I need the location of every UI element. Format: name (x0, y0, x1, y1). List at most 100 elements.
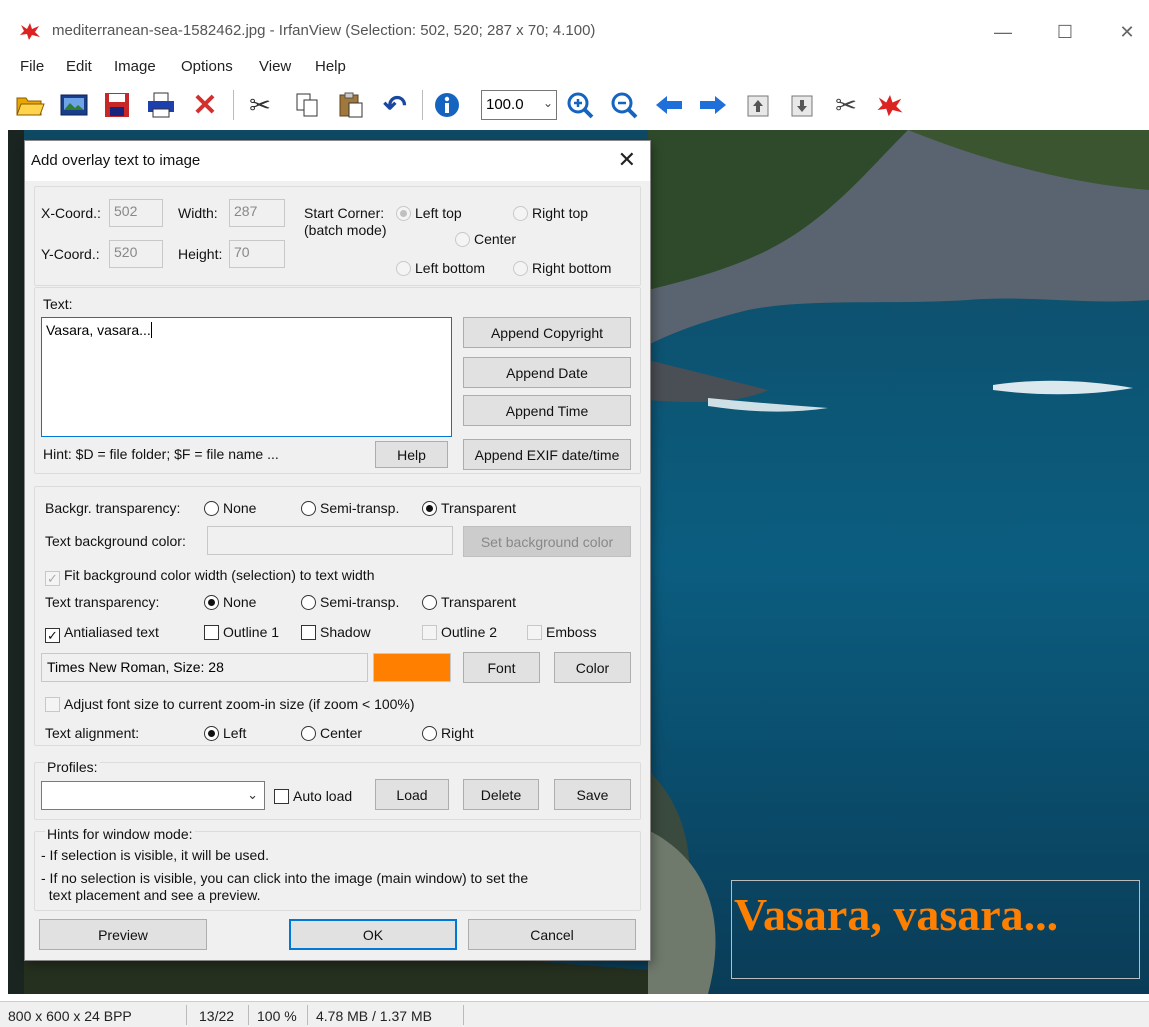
dialog-close-button[interactable]: ✕ (618, 147, 636, 173)
checkbox-box (204, 625, 219, 640)
maximize-button[interactable]: ☐ (1042, 14, 1088, 50)
append-copyright-button[interactable]: Append Copyright (463, 317, 631, 348)
cancel-button[interactable]: Cancel (468, 919, 636, 950)
font-description: Times New Roman, Size: 28 (41, 653, 368, 682)
align-left-radio[interactable]: Left (204, 725, 246, 741)
radio-indicator (422, 595, 437, 610)
start-left-bottom-label: Left bottom (415, 260, 486, 276)
menu-edit[interactable]: Edit (66, 58, 92, 75)
fit-bg-checkbox[interactable]: ✓ Fit background color width (selection) … (45, 567, 374, 586)
delete-icon[interactable]: ✕ (188, 88, 222, 122)
text-transparent-label: Transparent (441, 594, 516, 610)
radio-indicator (204, 501, 219, 516)
adjust-font-checkbox[interactable]: Adjust font size to current zoom-in size… (45, 696, 415, 712)
next-icon[interactable] (696, 88, 730, 122)
checkbox-box (274, 789, 289, 804)
text-color-swatch[interactable] (373, 653, 451, 682)
color-button[interactable]: Color (554, 652, 631, 683)
append-exif-button[interactable]: Append EXIF date/time (463, 439, 631, 470)
open-folder-icon[interactable] (13, 88, 47, 122)
text-transparent-radio[interactable]: Transparent (422, 594, 516, 610)
zoom-out-icon[interactable] (607, 88, 641, 122)
load-profile-button[interactable]: Load (375, 779, 449, 810)
save-icon[interactable] (100, 88, 134, 122)
close-window-button[interactable]: ✕ (1104, 14, 1149, 50)
status-size: 4.78 MB / 1.37 MB (316, 1008, 432, 1024)
start-left-top-radio[interactable]: Left top (396, 205, 462, 221)
start-left-top-label: Left top (415, 205, 462, 221)
first-page-icon[interactable] (741, 88, 775, 122)
overlay-text-input[interactable]: Vasara, vasara... (41, 317, 452, 437)
set-background-color-button[interactable]: Set background color (463, 526, 631, 557)
window-title: mediterranean-sea-1582462.jpg - IrfanVie… (52, 22, 596, 39)
x-coord-field[interactable]: 502 (109, 199, 163, 227)
auto-load-checkbox[interactable]: Auto load (274, 788, 352, 804)
profiles-dropdown[interactable]: ⌄ (41, 781, 265, 810)
zoom-combobox[interactable]: 100.0 ⌄ (481, 90, 557, 120)
emboss-checkbox[interactable]: Emboss (527, 624, 597, 640)
align-center-radio[interactable]: Center (301, 725, 362, 741)
bg-transparency-label: Backgr. transparency: (45, 500, 181, 516)
y-coord-label: Y-Coord.: (41, 246, 100, 262)
irfanview-logo-icon[interactable] (873, 88, 907, 122)
menu-options[interactable]: Options (181, 58, 233, 75)
text-none-radio[interactable]: None (204, 594, 256, 610)
status-bar: 800 x 600 x 24 BPP 13/22 100 % 4.78 MB /… (0, 1001, 1149, 1027)
hints-line-3: text placement and see a preview. (41, 887, 261, 903)
width-label: Width: (178, 205, 218, 221)
bg-semi-radio[interactable]: Semi-transp. (301, 500, 399, 516)
menu-view[interactable]: View (259, 58, 291, 75)
status-separator (307, 1005, 308, 1025)
start-right-top-radio[interactable]: Right top (513, 205, 588, 221)
save-profile-button[interactable]: Save (554, 779, 631, 810)
previous-icon[interactable] (652, 88, 686, 122)
print-icon[interactable] (144, 88, 178, 122)
radio-indicator (301, 501, 316, 516)
radio-indicator (204, 726, 219, 741)
append-date-button[interactable]: Append Date (463, 357, 631, 388)
preview-button[interactable]: Preview (39, 919, 207, 950)
width-field[interactable]: 287 (229, 199, 285, 227)
minimize-button[interactable]: — (980, 14, 1026, 50)
menu-file[interactable]: File (20, 58, 44, 75)
start-center-radio[interactable]: Center (455, 231, 516, 247)
zoom-value: 100.0 (486, 96, 524, 113)
menu-image[interactable]: Image (114, 58, 156, 75)
help-button[interactable]: Help (375, 441, 448, 468)
copy-icon[interactable] (290, 88, 324, 122)
hints-line-2: - If no selection is visible, you can cl… (41, 870, 529, 886)
append-time-button[interactable]: Append Time (463, 395, 631, 426)
bg-transparent-radio[interactable]: Transparent (422, 500, 516, 516)
settings-icon[interactable]: ✂ (829, 88, 863, 122)
bg-none-radio[interactable]: None (204, 500, 256, 516)
height-field[interactable]: 70 (229, 240, 285, 268)
menu-help[interactable]: Help (315, 58, 346, 75)
last-page-icon[interactable] (785, 88, 819, 122)
info-icon[interactable] (430, 88, 464, 122)
ok-button[interactable]: OK (289, 919, 457, 950)
y-coord-field[interactable]: 520 (109, 240, 163, 268)
zoom-in-icon[interactable] (563, 88, 597, 122)
start-right-bottom-label: Right bottom (532, 260, 612, 276)
undo-icon[interactable]: ↶ (378, 88, 412, 122)
start-right-bottom-radio[interactable]: Right bottom (513, 260, 611, 276)
cut-icon[interactable]: ✂ (243, 88, 277, 122)
thumbnails-icon[interactable] (57, 88, 91, 122)
paste-icon[interactable] (334, 88, 368, 122)
font-button[interactable]: Font (463, 652, 540, 683)
status-separator (186, 1005, 187, 1025)
antialiased-checkbox[interactable]: ✓ Antialiased text (45, 624, 159, 643)
shadow-checkbox[interactable]: Shadow (301, 624, 371, 640)
bg-color-field[interactable] (207, 526, 453, 555)
radio-indicator (513, 206, 528, 221)
delete-profile-button[interactable]: Delete (463, 779, 539, 810)
irfanview-app-icon (20, 23, 40, 40)
radio-indicator (422, 501, 437, 516)
text-caret (150, 322, 152, 338)
text-label: Text: (43, 296, 73, 312)
text-semi-radio[interactable]: Semi-transp. (301, 594, 399, 610)
align-right-radio[interactable]: Right (422, 725, 474, 741)
start-left-bottom-radio[interactable]: Left bottom (396, 260, 485, 276)
outline1-checkbox[interactable]: Outline 1 (204, 624, 279, 640)
outline2-checkbox[interactable]: Outline 2 (422, 624, 497, 640)
